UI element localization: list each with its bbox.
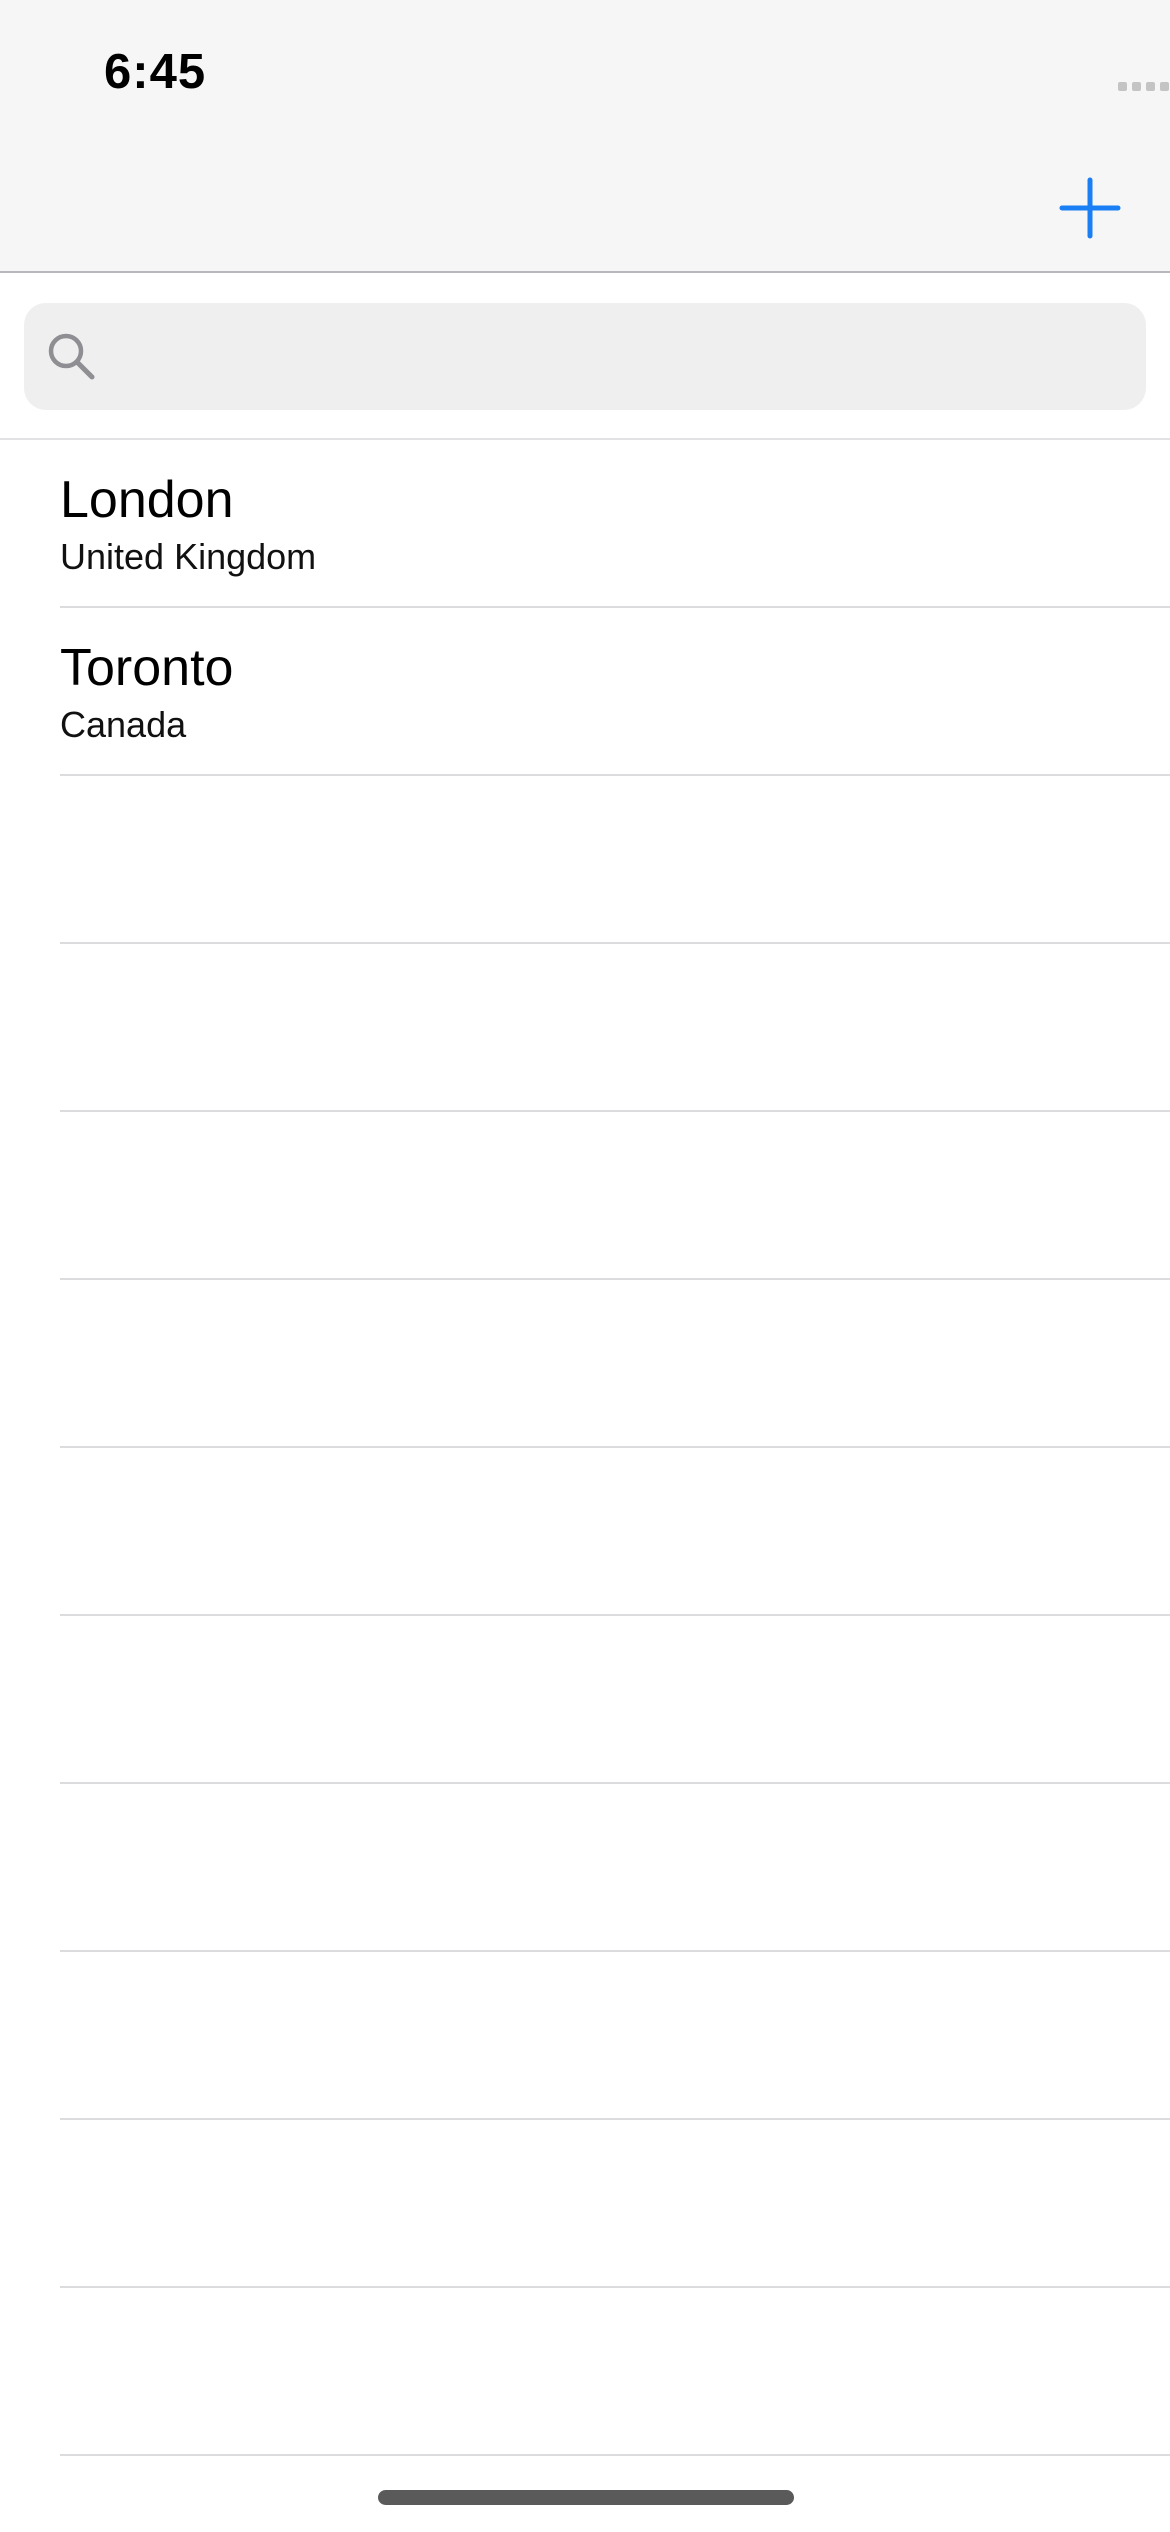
empty-row [60, 776, 1170, 944]
country-name: United Kingdom [60, 536, 317, 577]
screen: 6:45 London United Kingdom Toronto Canad… [0, 0, 1170, 2532]
plus-icon [1059, 177, 1121, 239]
cellular-signal-icon [1118, 82, 1169, 91]
empty-row [60, 1448, 1170, 1616]
empty-row [60, 944, 1170, 1112]
city-row-toronto[interactable]: Toronto Canada [60, 608, 1170, 776]
city-name: London [60, 471, 234, 529]
empty-rows [0, 776, 1170, 2456]
city-row-london[interactable]: London United Kingdom [60, 440, 1170, 608]
country-name: Canada [60, 704, 187, 745]
city-name: Toronto [60, 639, 234, 697]
empty-row [60, 1784, 1170, 1952]
city-list: London United Kingdom Toronto Canada [0, 440, 1170, 2456]
empty-row [60, 1280, 1170, 1448]
empty-row [60, 1616, 1170, 1784]
navigation-bar: 6:45 [0, 0, 1170, 273]
home-indicator[interactable] [378, 2490, 794, 2505]
add-city-button[interactable] [1058, 176, 1122, 240]
empty-row [60, 2288, 1170, 2456]
search-field[interactable] [24, 303, 1146, 412]
search-bar [0, 273, 1170, 440]
search-input[interactable] [124, 303, 1128, 412]
empty-row [60, 1112, 1170, 1280]
search-icon [48, 333, 95, 380]
status-time: 6:45 [104, 45, 207, 99]
empty-row [60, 2120, 1170, 2288]
empty-row [60, 1952, 1170, 2120]
